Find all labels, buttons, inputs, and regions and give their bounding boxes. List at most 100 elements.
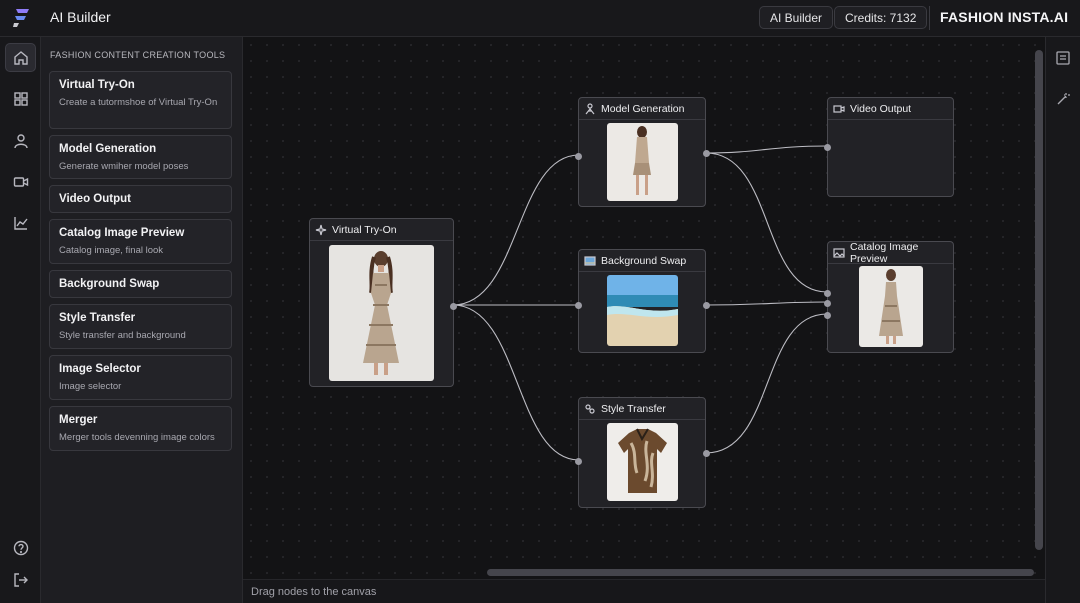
- tool-title: Video Output: [59, 193, 131, 205]
- node-model-generation[interactable]: Model Generation: [575, 97, 710, 207]
- input-port-1[interactable]: [824, 290, 831, 297]
- tool-desc: Image selector: [59, 381, 122, 392]
- output-port[interactable]: [703, 302, 710, 309]
- tool-desc: Style transfer and background: [59, 330, 186, 341]
- tool-title: Model Generation: [59, 143, 157, 155]
- input-port[interactable]: [824, 144, 831, 151]
- credits-badge[interactable]: Credits: 7132: [834, 6, 928, 29]
- video-icon: [13, 176, 28, 187]
- tool-virtual-try-on[interactable]: Virtual Try-On Create a tutormshoe of Vi…: [49, 71, 232, 129]
- tool-image-selector[interactable]: Image Selector Image selector: [49, 355, 232, 400]
- tool-style-transfer[interactable]: Style Transfer Style transfer and backgr…: [49, 304, 232, 349]
- node-catalog-preview[interactable]: Catalog Image Preview: [824, 240, 954, 353]
- beach-image: [607, 275, 678, 346]
- input-port-2[interactable]: [824, 300, 831, 307]
- node-title: Virtual Try-On: [332, 223, 397, 236]
- node-image: [607, 123, 678, 201]
- tool-desc: Merger tools devenning image colors: [59, 432, 215, 443]
- home-icon: [13, 50, 28, 65]
- vertical-scrollbar[interactable]: [1035, 50, 1043, 550]
- node-header[interactable]: Video Output: [828, 98, 953, 120]
- person-icon: [585, 102, 595, 114]
- rail-help-button[interactable]: [5, 533, 36, 562]
- left-rail: [0, 37, 41, 603]
- node-header[interactable]: Model Generation: [579, 98, 705, 120]
- style-brush-icon: [585, 403, 595, 414]
- logout-icon: [13, 572, 28, 587]
- node-title: Catalog Image Preview: [850, 240, 919, 265]
- input-port[interactable]: [575, 302, 582, 309]
- horizontal-scrollbar[interactable]: [487, 569, 1034, 576]
- help-icon: [13, 540, 28, 555]
- tool-desc: Catalog image, final look: [59, 245, 164, 256]
- status-text: Drag nodes to the canvas: [251, 586, 377, 598]
- app-title: AI Builder: [50, 9, 111, 25]
- node-header[interactable]: Virtual Try-On: [310, 219, 453, 241]
- tool-title: Style Transfer: [59, 312, 136, 324]
- chart-icon: [13, 216, 28, 230]
- tool-desc: Create a tutormshoe of Virtual Try-On: [59, 97, 218, 108]
- node-style-transfer[interactable]: Style Transfer: [575, 397, 710, 508]
- tool-title: Catalog Image Preview: [59, 227, 185, 239]
- input-port[interactable]: [575, 153, 582, 160]
- rail-grid-button[interactable]: [5, 84, 36, 113]
- brand-name: FASHION INSTA.AI: [940, 9, 1069, 25]
- node-header[interactable]: Background Swap: [579, 250, 705, 272]
- app-logo-icon[interactable]: [12, 7, 32, 29]
- tools-panel: FASHION CONTENT CREATION TOOLS Virtual T…: [41, 37, 243, 603]
- input-port-3[interactable]: [824, 312, 831, 319]
- image-swap-icon: [584, 255, 596, 266]
- model-dress-image: [363, 251, 399, 375]
- node-header[interactable]: Catalog Image Preview: [828, 240, 953, 265]
- node-background-swap[interactable]: Background Swap: [575, 249, 710, 353]
- rail-video-button[interactable]: [5, 167, 36, 196]
- tool-title: Background Swap: [59, 278, 160, 290]
- video-output-icon: [833, 104, 845, 113]
- tool-title: Merger: [59, 414, 98, 426]
- node-title: Style Transfer: [601, 402, 666, 415]
- right-rail: [1045, 37, 1080, 603]
- rail-logout-button[interactable]: [5, 565, 36, 594]
- patterned-shirt-image: [618, 428, 667, 493]
- panel-title: FASHION CONTENT CREATION TOOLS: [50, 50, 226, 60]
- status-bar: Drag nodes to the canvas: [243, 579, 1045, 603]
- header-divider: [929, 6, 930, 30]
- sparkle-icon: [315, 224, 327, 235]
- properties-button[interactable]: [1055, 50, 1073, 68]
- tool-desc: Generate wmiher model poses: [59, 161, 189, 172]
- node-virtual-try-on[interactable]: Virtual Try-On: [309, 218, 457, 387]
- output-port[interactable]: [703, 150, 710, 157]
- node-header[interactable]: Style Transfer: [579, 398, 705, 420]
- user-icon: [13, 133, 28, 148]
- top-bar: AI Builder AI Builder Credits: 7132 FASH…: [0, 0, 1080, 37]
- rail-user-button[interactable]: [5, 126, 36, 155]
- input-port[interactable]: [575, 458, 582, 465]
- tool-title: Image Selector: [59, 363, 141, 375]
- ai-builder-button[interactable]: AI Builder: [759, 6, 834, 29]
- magic-wand-icon: [1057, 93, 1070, 105]
- catalog-model-image: [879, 269, 903, 344]
- rail-chart-button[interactable]: [5, 208, 36, 237]
- node-title: Background Swap: [601, 254, 687, 267]
- magic-wand-button[interactable]: [1055, 91, 1073, 109]
- tool-merger[interactable]: Merger Merger tools devenning image colo…: [49, 406, 232, 451]
- node-title: Model Generation: [601, 102, 685, 115]
- node-video-output[interactable]: Video Output: [824, 97, 954, 197]
- tool-background-swap[interactable]: Background Swap: [49, 270, 232, 298]
- model-pose-image: [633, 126, 651, 195]
- image-icon: [833, 247, 845, 258]
- node-image: [859, 266, 923, 347]
- panel-icon: [1056, 51, 1070, 65]
- tool-model-generation[interactable]: Model Generation Generate wmiher model p…: [49, 135, 232, 179]
- tool-video-output[interactable]: Video Output: [49, 185, 232, 213]
- node-title: Video Output: [850, 102, 912, 115]
- tool-title: Virtual Try-On: [59, 79, 135, 91]
- tool-catalog-image-preview[interactable]: Catalog Image Preview Catalog image, fin…: [49, 219, 232, 264]
- rail-home-button[interactable]: [5, 43, 36, 72]
- output-port[interactable]: [703, 450, 710, 457]
- output-port[interactable]: [450, 303, 457, 310]
- grid-icon: [13, 91, 28, 106]
- node-image: [607, 275, 678, 346]
- node-image: [329, 245, 434, 381]
- node-image: [607, 423, 678, 501]
